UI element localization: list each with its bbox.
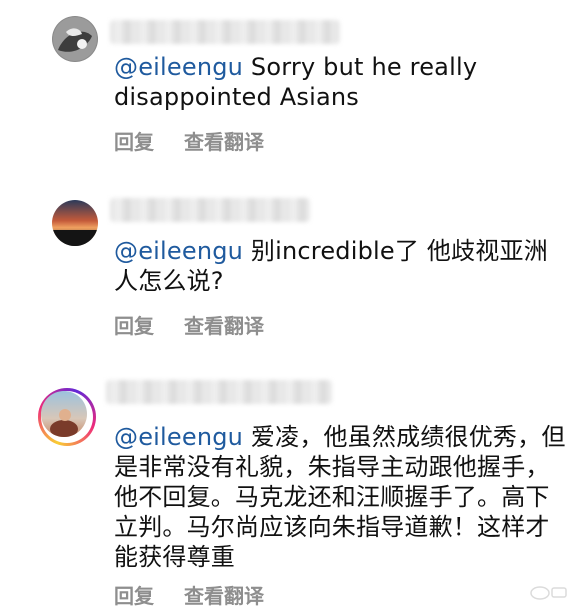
reply-button[interactable]: 回复 (114, 130, 154, 154)
username-redacted (110, 198, 310, 222)
username-redacted (110, 20, 340, 44)
comment-actions: 回复 查看翻译 (114, 580, 264, 609)
comment-actions: 回复 查看翻译 (114, 126, 264, 155)
comment-actions: 回复 查看翻译 (114, 310, 264, 339)
watermark-icon (528, 583, 568, 601)
comment-3: @eileengu 爱凌，他虽然成绩很优秀，但是非常没有礼貌，朱指导主动跟他握手… (0, 370, 580, 607)
comment-text: @eileengu 别incredible了 他歧视亚洲人怎么说? (114, 236, 566, 296)
comment-text: @eileengu Sorry but he really disappoint… (114, 52, 566, 112)
avatar-icon[interactable] (52, 200, 98, 246)
avatar-story-ring-icon[interactable] (38, 388, 96, 446)
username-redacted (106, 380, 332, 404)
mention-link[interactable]: @eileengu (114, 237, 243, 265)
reply-button[interactable]: 回复 (114, 314, 154, 338)
comment-2: @eileengu 别incredible了 他歧视亚洲人怎么说? 回复 查看翻译 (0, 190, 580, 350)
mention-link[interactable]: @eileengu (114, 423, 243, 451)
reply-button[interactable]: 回复 (114, 584, 154, 608)
see-translation-button[interactable]: 查看翻译 (184, 584, 264, 608)
comment-text: @eileengu 爱凌，他虽然成绩很优秀，但是非常没有礼貌，朱指导主动跟他握手… (114, 422, 566, 572)
avatar-icon[interactable] (52, 16, 98, 62)
comment-1: @eileengu Sorry but he really disappoint… (0, 0, 580, 170)
see-translation-button[interactable]: 查看翻译 (184, 130, 264, 154)
see-translation-button[interactable]: 查看翻译 (184, 314, 264, 338)
mention-link[interactable]: @eileengu (114, 53, 243, 81)
